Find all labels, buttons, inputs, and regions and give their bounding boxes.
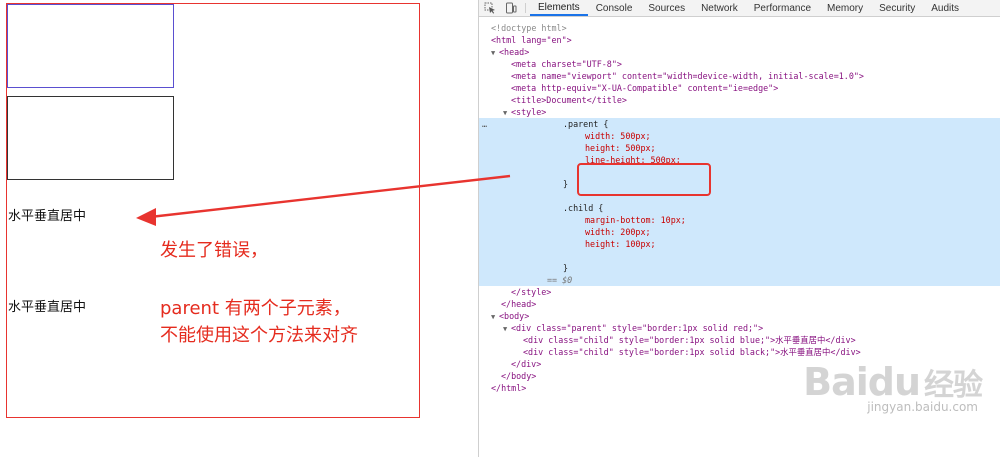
tabbar-separator xyxy=(525,3,526,13)
selected-node-marker: == $0 xyxy=(547,275,573,285)
dom-line-meta-charset[interactable]: <meta charset="UTF-8"> xyxy=(479,58,1000,70)
child-width-rule: width: 200px; xyxy=(585,227,651,237)
highlight-box xyxy=(577,163,711,196)
dom-line-div-parent[interactable]: ▼ <div class="parent" style="border:1px s… xyxy=(479,322,1000,334)
css-line-close-brace-1[interactable]: } xyxy=(479,178,1000,190)
dom-line-head-close[interactable]: </head> xyxy=(479,298,1000,310)
css-line-dollar: == $0 xyxy=(479,274,1000,286)
tab-security[interactable]: Security xyxy=(871,0,923,16)
doctype-text: <!doctype html> xyxy=(491,23,567,33)
dom-line-head[interactable]: ▼ <head> xyxy=(479,46,1000,58)
css-line-child-selector[interactable]: .child { xyxy=(479,202,1000,214)
parent-selector: .parent { xyxy=(563,119,609,129)
devtools-panel: Elements Console Sources Network Perform… xyxy=(478,0,1000,457)
title-tag: <title>Document</title> xyxy=(511,95,627,105)
child-selector: .child { xyxy=(563,203,604,213)
css-line-blank xyxy=(479,190,1000,202)
css-line-parent-width[interactable]: width: 500px; xyxy=(479,130,1000,142)
tab-audits[interactable]: Audits xyxy=(923,0,967,16)
style-open-tag: <style> xyxy=(511,107,547,117)
tab-sources[interactable]: Sources xyxy=(640,0,693,16)
inspect-cursor-icon[interactable] xyxy=(479,0,500,16)
head-open-tag: <head> xyxy=(499,47,530,57)
dom-line-body[interactable]: ▼ <body> xyxy=(479,310,1000,322)
ellipsis-icon[interactable]: … xyxy=(482,118,487,130)
tab-memory[interactable]: Memory xyxy=(819,0,871,16)
dom-line-doctype[interactable]: <!doctype html> xyxy=(479,22,1000,34)
annotation-line-1: 发生了错误， xyxy=(160,240,268,261)
div-close-tag: </div> xyxy=(511,359,542,369)
watermark-logo-text: Baidu xyxy=(803,360,921,404)
css-line-parent-height[interactable]: height: 500px; xyxy=(479,142,1000,154)
dom-line-style[interactable]: ▼ <style> xyxy=(479,106,1000,118)
child-box-black xyxy=(7,96,174,180)
child-box-blue xyxy=(7,4,174,88)
dom-tree: <!doctype html> <html lang="en"> ▼ <head>… xyxy=(479,17,1000,394)
tab-network[interactable]: Network xyxy=(693,0,746,16)
close-brace-2: } xyxy=(563,263,569,273)
css-line-child-width[interactable]: width: 200px; xyxy=(479,226,1000,238)
css-line-blank xyxy=(479,250,1000,262)
parent-width-rule: width: 500px; xyxy=(585,131,651,141)
child-margin-rule: margin-bottom: 10px; xyxy=(585,215,686,225)
style-close-tag: </style> xyxy=(511,287,552,297)
baidu-watermark: Baidu 经验 jingyan.baidu.com xyxy=(803,360,983,414)
dom-line-style-close[interactable]: </style> xyxy=(479,286,1000,298)
dom-line-meta-compat[interactable]: <meta http-equiv="X-UA-Compatible" conte… xyxy=(479,82,1000,94)
css-line-blank xyxy=(479,166,1000,178)
dom-line-div-child-1[interactable]: <div class="child" style="border:1px sol… xyxy=(479,334,1000,346)
parent-height-rule: height: 500px; xyxy=(585,143,656,153)
annotation-line-2: parent 有两个子元素， xyxy=(160,298,351,319)
meta-charset-tag: <meta charset="UTF-8"> xyxy=(511,59,622,69)
body-open-tag: <body> xyxy=(499,311,530,321)
css-line-child-height[interactable]: height: 100px; xyxy=(479,238,1000,250)
css-line-child-margin[interactable]: margin-bottom: 10px; xyxy=(479,214,1000,226)
child-text-2: 水平垂直居中 xyxy=(8,300,87,315)
watermark-logo-cn: 经验 xyxy=(924,368,983,403)
div-parent-tag: <div class="parent" style="border:1px so… xyxy=(511,323,764,333)
css-line-parent-line-height[interactable]: line-height: 500px; xyxy=(479,154,1000,166)
head-close-tag: </head> xyxy=(501,299,537,309)
body-close-tag: </body> xyxy=(501,371,537,381)
page-viewport: 水平垂直居中 水平垂直居中 发生了错误， parent 有两个子元素， 不能使用… xyxy=(0,0,478,457)
tab-performance[interactable]: Performance xyxy=(746,0,819,16)
close-brace-1: } xyxy=(563,179,569,189)
child-text-1: 水平垂直居中 xyxy=(8,209,87,224)
css-line-parent-selector[interactable]: … .parent { xyxy=(479,118,1000,130)
div-child-2-tag: <div class="child" style="border:1px sol… xyxy=(523,347,861,357)
meta-viewport-tag: <meta name="viewport" content="width=dev… xyxy=(511,71,864,81)
css-line-close-brace-2[interactable]: } xyxy=(479,262,1000,274)
html-close-tag: </html> xyxy=(491,383,527,393)
div-child-1-tag: <div class="child" style="border:1px sol… xyxy=(523,335,856,345)
dom-line-html[interactable]: <html lang="en"> xyxy=(479,34,1000,46)
child-height-rule: height: 100px; xyxy=(585,239,656,249)
html-open-tag: <html lang="en"> xyxy=(491,35,572,45)
dom-line-div-child-2[interactable]: <div class="child" style="border:1px sol… xyxy=(479,346,1000,358)
dom-line-title[interactable]: <title>Document</title> xyxy=(479,94,1000,106)
annotation-line-3: 不能使用这个方法来对齐 xyxy=(160,325,358,346)
device-toolbar-icon[interactable] xyxy=(500,0,521,16)
baidu-logo: Baidu 经验 xyxy=(803,360,983,404)
dom-line-meta-viewport[interactable]: <meta name="viewport" content="width=dev… xyxy=(479,70,1000,82)
meta-compat-tag: <meta http-equiv="X-UA-Compatible" conte… xyxy=(511,83,779,93)
tab-console[interactable]: Console xyxy=(588,0,641,16)
devtools-tabbar: Elements Console Sources Network Perform… xyxy=(479,0,1000,17)
tab-elements[interactable]: Elements xyxy=(530,0,588,16)
